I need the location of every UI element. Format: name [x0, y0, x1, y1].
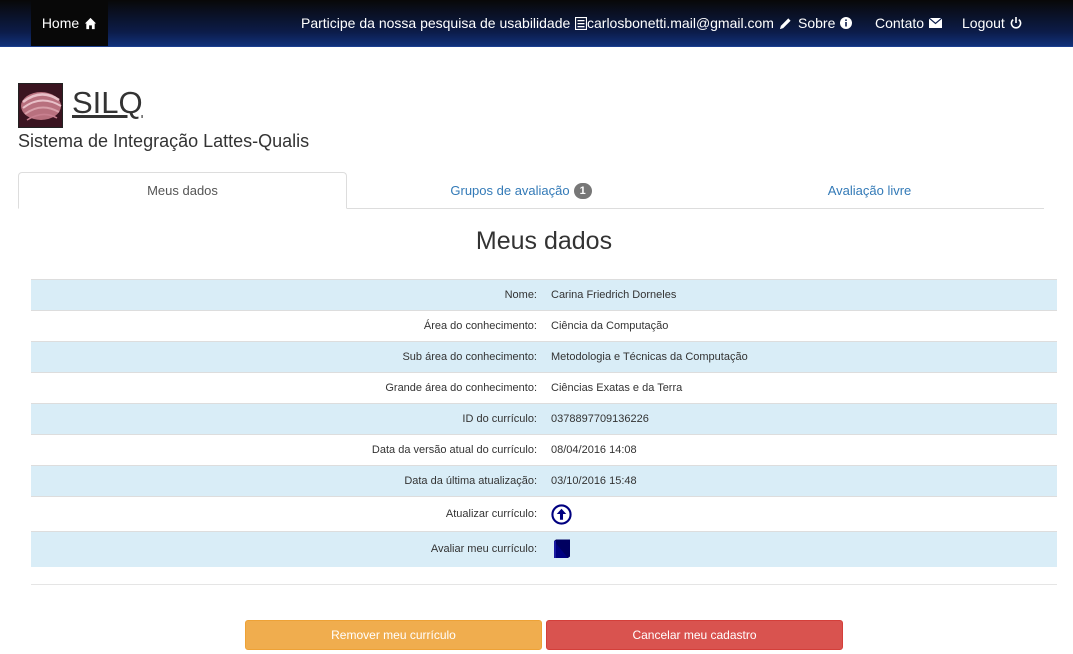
row-label: Sub área do conhecimento:	[402, 351, 537, 363]
nav-email-label: carlosbonetti.mail@gmail.com	[587, 15, 774, 31]
nav-home-label: Home	[41, 15, 80, 31]
table-row-evaluate: Avaliar meu currículo:	[31, 531, 1057, 567]
remove-curriculum-button[interactable]: Remover meu currículo	[245, 620, 542, 650]
nav-email-link[interactable]: carlosbonetti.mail@gmail.com	[587, 0, 792, 46]
tab-meus-dados[interactable]: Meus dados	[18, 172, 347, 209]
groups-count-badge: 1	[573, 182, 592, 199]
table-row: Nome: Carina Friedrich Dorneles	[31, 279, 1057, 311]
row-value: 0378897709136226	[551, 413, 649, 425]
pencil-icon	[779, 17, 791, 29]
list-alt-icon	[575, 16, 588, 30]
row-value: Carina Friedrich Dorneles	[551, 289, 677, 301]
table-row: Sub área do conhecimento: Metodologia e …	[31, 341, 1057, 373]
table-row: Grande área do conhecimento: Ciências Ex…	[31, 372, 1057, 404]
home-icon	[85, 17, 97, 29]
section-divider	[31, 584, 1057, 585]
row-value: Metodologia e Técnicas da Computação	[551, 351, 748, 363]
evaluate-curriculum-label: Avaliar meu currículo:	[430, 543, 537, 556]
row-value: 03/10/2016 15:48	[551, 475, 637, 487]
circle-arrow-up-icon[interactable]	[551, 503, 572, 525]
nav-contact-label: Contato	[875, 15, 925, 31]
info-sign-icon	[840, 17, 853, 29]
power-off-icon	[1010, 17, 1022, 29]
table-row: Data da última atualização: 03/10/2016 1…	[31, 465, 1057, 497]
table-row-update: Atualizar currículo:	[31, 496, 1057, 532]
row-label: Área do conhecimento:	[423, 320, 537, 332]
nav-home-link[interactable]: Home	[31, 0, 108, 46]
row-label: Data da última atualização:	[404, 475, 537, 487]
row-label: ID do currículo:	[462, 413, 537, 425]
update-curriculum-label: Atualizar currículo:	[445, 508, 537, 520]
row-value: Ciência da Computação	[551, 320, 669, 332]
brand-link[interactable]: SILQ	[72, 84, 143, 122]
nav-logout-link[interactable]: Logout	[962, 0, 1022, 46]
nav-contact-link[interactable]: Contato	[875, 0, 943, 46]
tab-avaliacao-livre[interactable]: Avaliação livre	[695, 172, 1044, 209]
page-title: Meus dados	[475, 227, 613, 255]
tab-grupos-de-avaliacao[interactable]: Grupos de avaliação 1	[347, 172, 695, 209]
table-row: Área do conhecimento: Ciência da Computa…	[31, 310, 1057, 342]
row-label: Data da versão atual do currículo:	[371, 444, 537, 456]
silq-logo	[18, 83, 63, 128]
nav-logout-label: Logout	[962, 15, 1005, 31]
row-value: Ciências Exatas e da Terra	[551, 382, 683, 394]
nav-about-label: Sobre	[798, 15, 836, 31]
cancel-registration-button[interactable]: Cancelar meu cadastro	[546, 620, 843, 650]
tab-meus-dados-label: Meus dados	[147, 183, 218, 198]
row-label: Grande área do conhecimento:	[385, 382, 537, 394]
row-value: 08/04/2016 14:08	[551, 444, 637, 456]
nav-survey-link[interactable]: Participe da nossa pesquisa de usabilida…	[301, 0, 588, 46]
brand-subtitle: Sistema de Integração Lattes-Qualis	[18, 131, 310, 151]
profile-table: Nome: Carina Friedrich Dorneles Área do …	[31, 279, 1057, 567]
book-icon[interactable]	[551, 539, 571, 560]
tab-grupos-label: Grupos de avaliação	[450, 183, 570, 198]
row-label: Nome:	[504, 289, 537, 301]
envelope-icon	[929, 18, 943, 28]
tab-avaliacao-livre-label: Avaliação livre	[827, 183, 912, 198]
nav-survey-label: Participe da nossa pesquisa de usabilida…	[301, 15, 571, 31]
top-navbar: Home Participe da nossa pesquisa de usab…	[0, 0, 1073, 47]
nav-about-link[interactable]: Sobre	[798, 0, 853, 46]
table-row: ID do currículo: 0378897709136226	[31, 403, 1057, 435]
table-row: Data da versão atual do currículo: 08/04…	[31, 434, 1057, 466]
